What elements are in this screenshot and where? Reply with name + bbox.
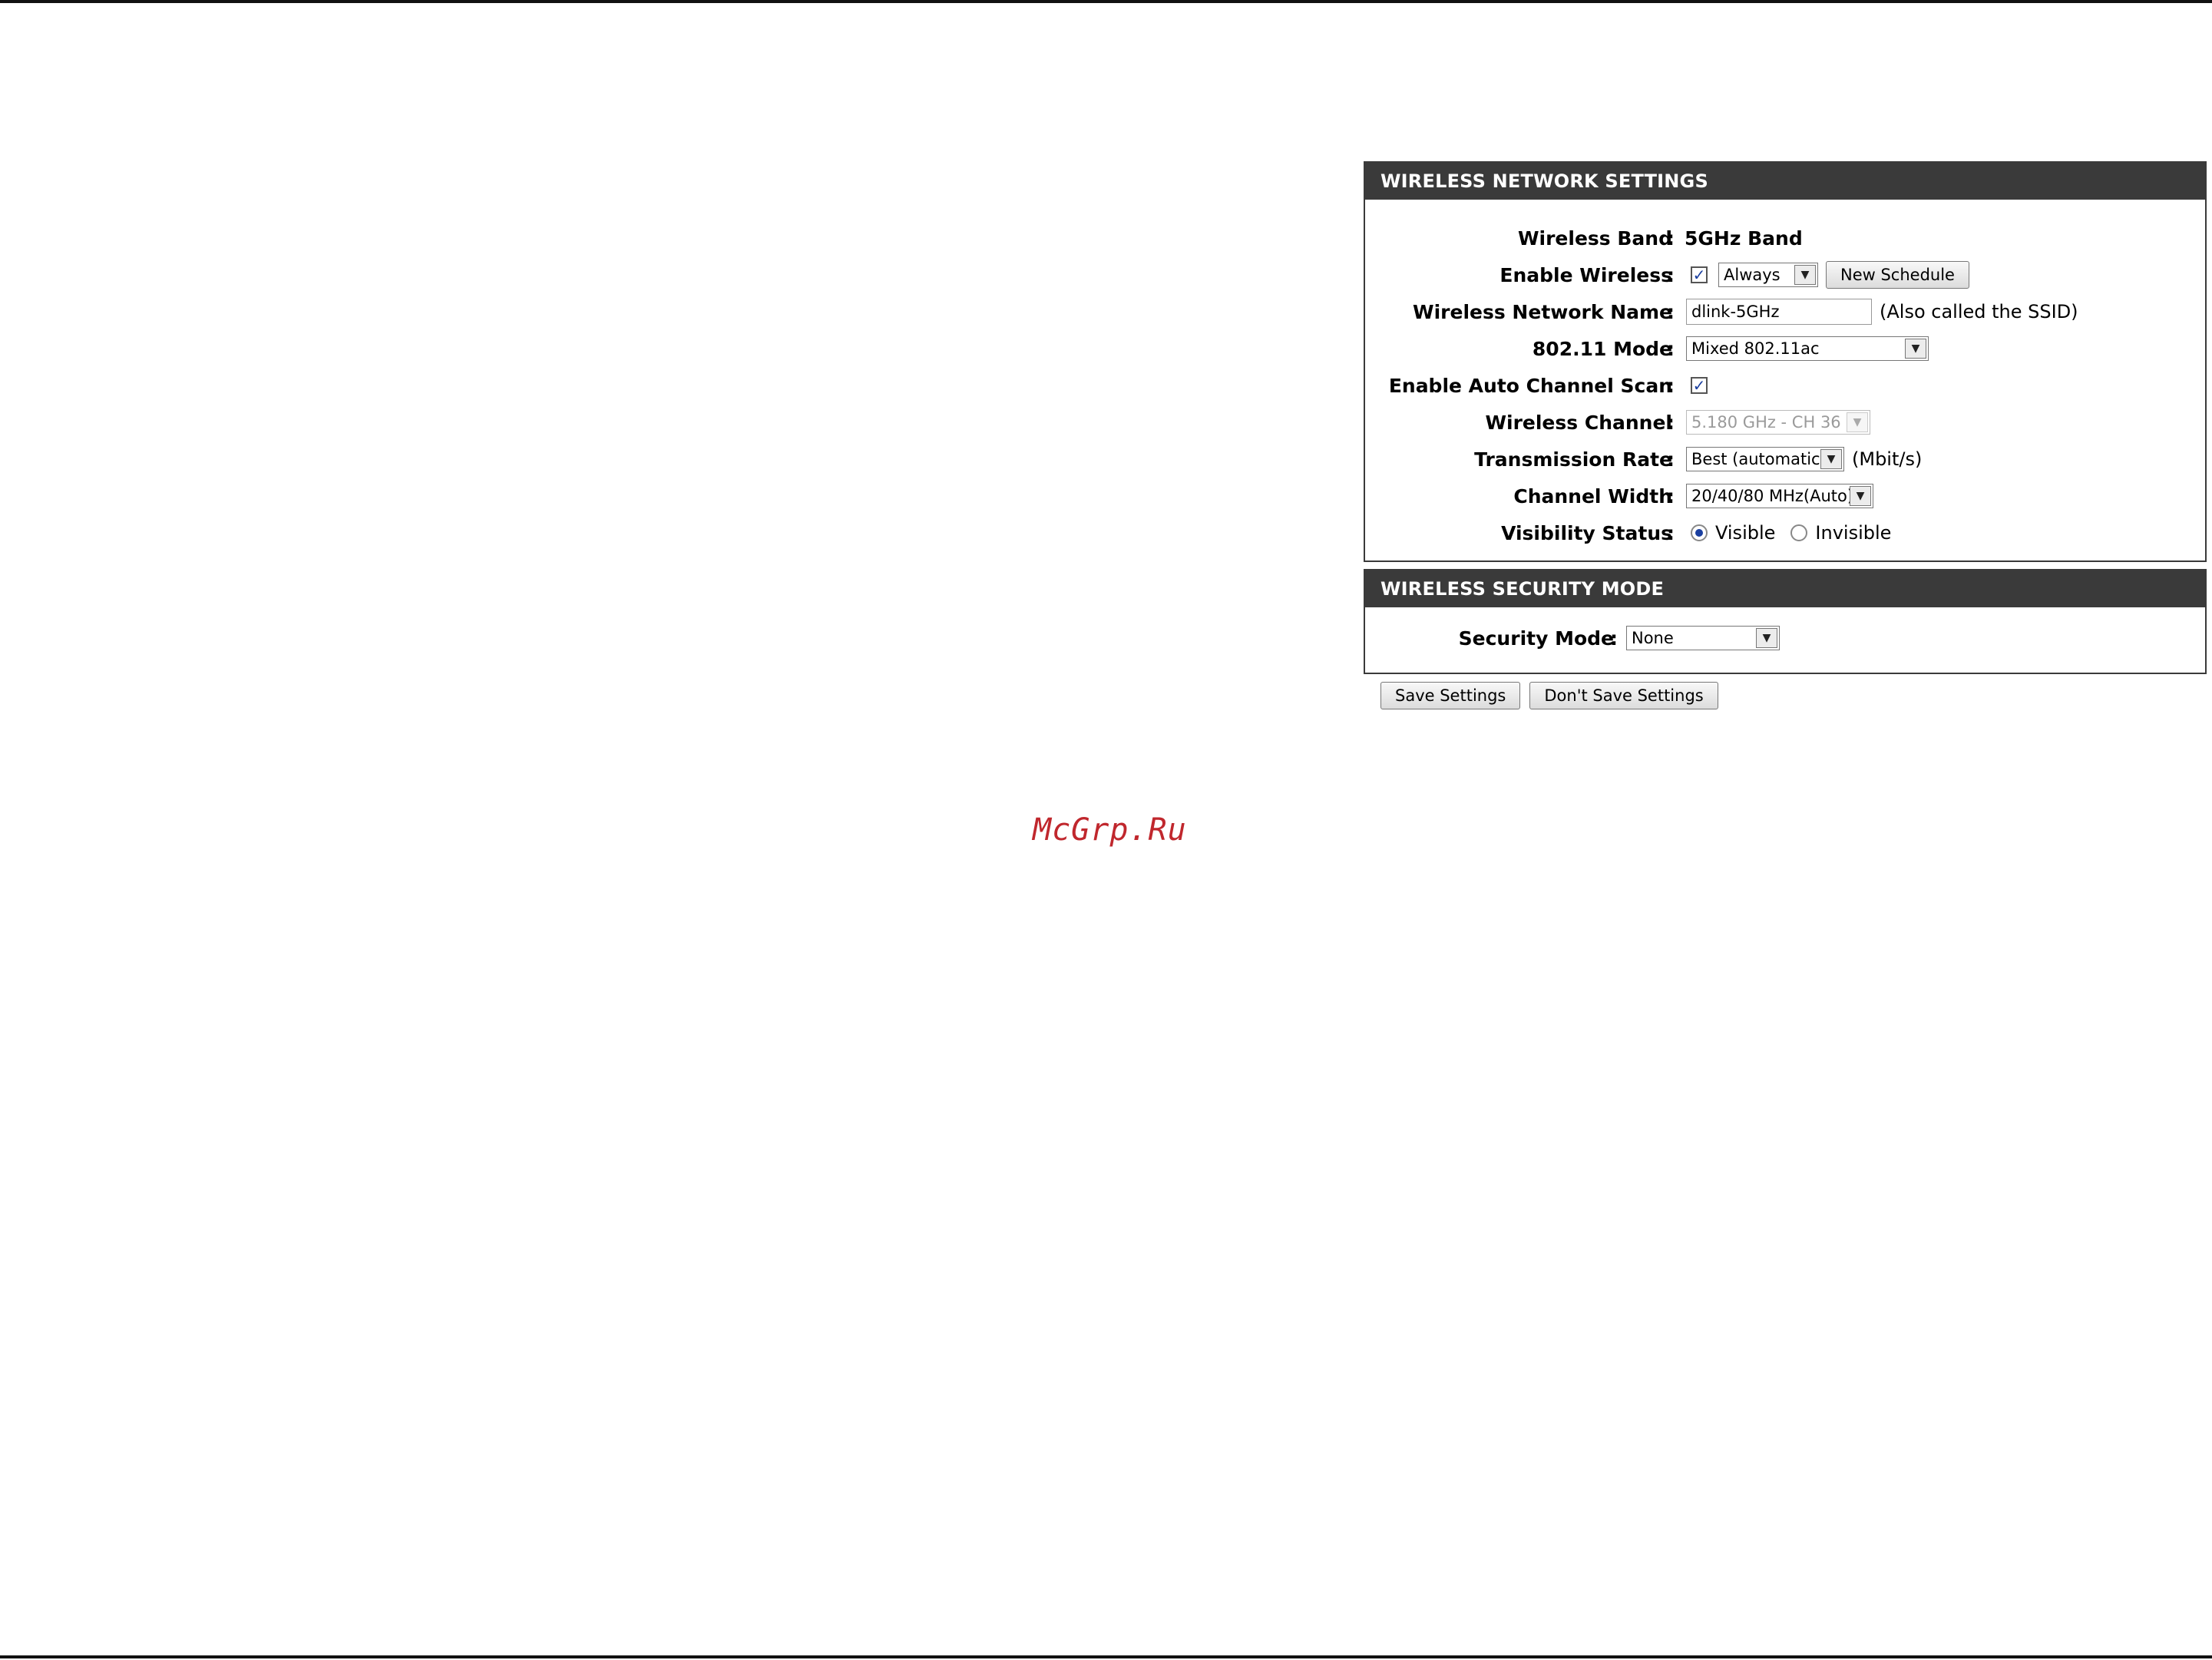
colon: : <box>1667 521 1675 544</box>
rate-value: Best (automatic) <box>1691 450 1827 468</box>
ssid-note: (Also called the SSID) <box>1880 301 2078 322</box>
colon: : <box>1667 448 1675 471</box>
colon: : <box>1667 337 1675 360</box>
save-settings-button[interactable]: Save Settings <box>1380 682 1521 709</box>
wireless-network-settings-panel: WIRELESS NETWORK SETTINGS Wireless Band … <box>1364 161 2207 562</box>
row-80211-mode: 802.11 Mode : Mixed 802.11ac ▼ <box>1365 333 2205 364</box>
colon: : <box>1667 411 1675 434</box>
row-network-name: Wireless Network Name : dlink-5GHz (Also… <box>1365 296 2205 327</box>
visibility-label: Visibility Status <box>1501 521 1672 544</box>
rate-label: Transmission Rate <box>1474 448 1672 471</box>
rate-controls: Best (automatic) ▼ (Mbit/s) <box>1686 447 1922 471</box>
ssid-input[interactable]: dlink-5GHz <box>1686 299 1872 325</box>
row-channel-width: Channel Width : 20/40/80 MHz(Auto) ▼ <box>1365 481 2205 511</box>
security-mode-controls: None ▼ <box>1626 626 1780 650</box>
row-transmission-rate: Transmission Rate : Best (automatic) ▼ (… <box>1365 444 2205 475</box>
visibility-controls: Visible Invisible <box>1691 522 1891 544</box>
colon: : <box>1610 627 1618 650</box>
row-wireless-band: Wireless Band : 5GHz Band <box>1365 223 2205 253</box>
colon: : <box>1667 263 1675 286</box>
channel-value: 5.180 GHz - CH 36 <box>1691 413 1841 432</box>
invisible-radio-label: Invisible <box>1815 522 1892 544</box>
wireless-security-mode-panel: WIRELESS SECURITY MODE Security Mode : N… <box>1364 569 2207 674</box>
radio-selected-dot <box>1695 529 1703 537</box>
panel-title: WIRELESS NETWORK SETTINGS <box>1365 163 2205 200</box>
chevron-down-icon: ▼ <box>1756 628 1777 648</box>
security-mode-value: None <box>1632 629 1674 647</box>
auto-channel-controls: ✓ <box>1691 377 1708 394</box>
colon: : <box>1667 300 1675 323</box>
security-mode-label: Security Mode <box>1458 627 1614 650</box>
width-value: 20/40/80 MHz(Auto) <box>1691 487 1854 505</box>
chevron-down-icon: ▼ <box>1847 412 1868 432</box>
invisible-radio[interactable] <box>1790 524 1808 541</box>
channel-controls: 5.180 GHz - CH 36 ▼ <box>1686 410 1870 435</box>
chevron-down-icon: ▼ <box>1850 486 1871 506</box>
auto-channel-checkbox[interactable]: ✓ <box>1691 377 1708 394</box>
width-label: Channel Width <box>1513 484 1672 508</box>
colon: : <box>1667 484 1675 508</box>
row-auto-channel: Enable Auto Channel Scan : ✓ <box>1365 370 2205 401</box>
schedule-select[interactable]: Always ▼ <box>1718 263 1818 287</box>
channel-label: Wireless Channel <box>1485 411 1672 434</box>
chevron-down-icon: ▼ <box>1820 449 1842 469</box>
enable-wireless-label: Enable Wireless <box>1499 263 1672 286</box>
mode-label: 802.11 Mode <box>1532 337 1672 360</box>
wireless-band-label: Wireless Band <box>1517 227 1672 250</box>
colon: : <box>1667 374 1675 397</box>
chevron-down-icon: ▼ <box>1794 265 1816 285</box>
wireless-band-value: 5GHz Band <box>1685 227 1803 250</box>
row-security-mode: Security Mode : None ▼ <box>1365 623 2205 653</box>
colon: : <box>1667 227 1675 250</box>
rate-unit: (Mbit/s) <box>1852 448 1923 470</box>
check-icon: ✓ <box>1692 266 1706 284</box>
visible-radio-label: Visible <box>1715 522 1776 544</box>
width-controls: 20/40/80 MHz(Auto) ▼ <box>1686 484 1873 508</box>
panel-title: WIRELESS SECURITY MODE <box>1365 570 2205 607</box>
mode-controls: Mixed 802.11ac ▼ <box>1686 336 1929 361</box>
new-schedule-button[interactable]: New Schedule <box>1826 261 1969 289</box>
enable-wireless-controls: ✓ Always ▼ New Schedule <box>1691 261 1969 289</box>
top-rule <box>0 0 2212 3</box>
dont-save-settings-button[interactable]: Don't Save Settings <box>1529 682 1718 709</box>
channel-select[interactable]: 5.180 GHz - CH 36 ▼ <box>1686 410 1870 435</box>
chevron-down-icon: ▼ <box>1905 339 1926 359</box>
network-name-label: Wireless Network Name <box>1413 300 1672 323</box>
row-visibility-status: Visibility Status : Visible Invisible <box>1365 518 2205 548</box>
width-select[interactable]: 20/40/80 MHz(Auto) ▼ <box>1686 484 1873 508</box>
schedule-value: Always <box>1724 266 1781 284</box>
watermark: McGrp.Ru <box>1033 812 1187 848</box>
auto-channel-label: Enable Auto Channel Scan <box>1388 374 1672 397</box>
mode-select[interactable]: Mixed 802.11ac ▼ <box>1686 336 1929 361</box>
row-enable-wireless: Enable Wireless : ✓ Always ▼ New Schedul… <box>1365 260 2205 290</box>
visible-radio[interactable] <box>1691 524 1708 541</box>
enable-wireless-checkbox[interactable]: ✓ <box>1691 266 1708 283</box>
network-name-controls: dlink-5GHz (Also called the SSID) <box>1686 299 2078 325</box>
check-icon: ✓ <box>1692 376 1706 395</box>
security-mode-select[interactable]: None ▼ <box>1626 626 1780 650</box>
rate-select[interactable]: Best (automatic) ▼ <box>1686 447 1844 471</box>
bottom-rule <box>0 1655 2212 1658</box>
row-wireless-channel: Wireless Channel : 5.180 GHz - CH 36 ▼ <box>1365 407 2205 438</box>
form-actions: Save Settings Don't Save Settings <box>1380 682 1718 709</box>
mode-value: Mixed 802.11ac <box>1691 339 1820 358</box>
